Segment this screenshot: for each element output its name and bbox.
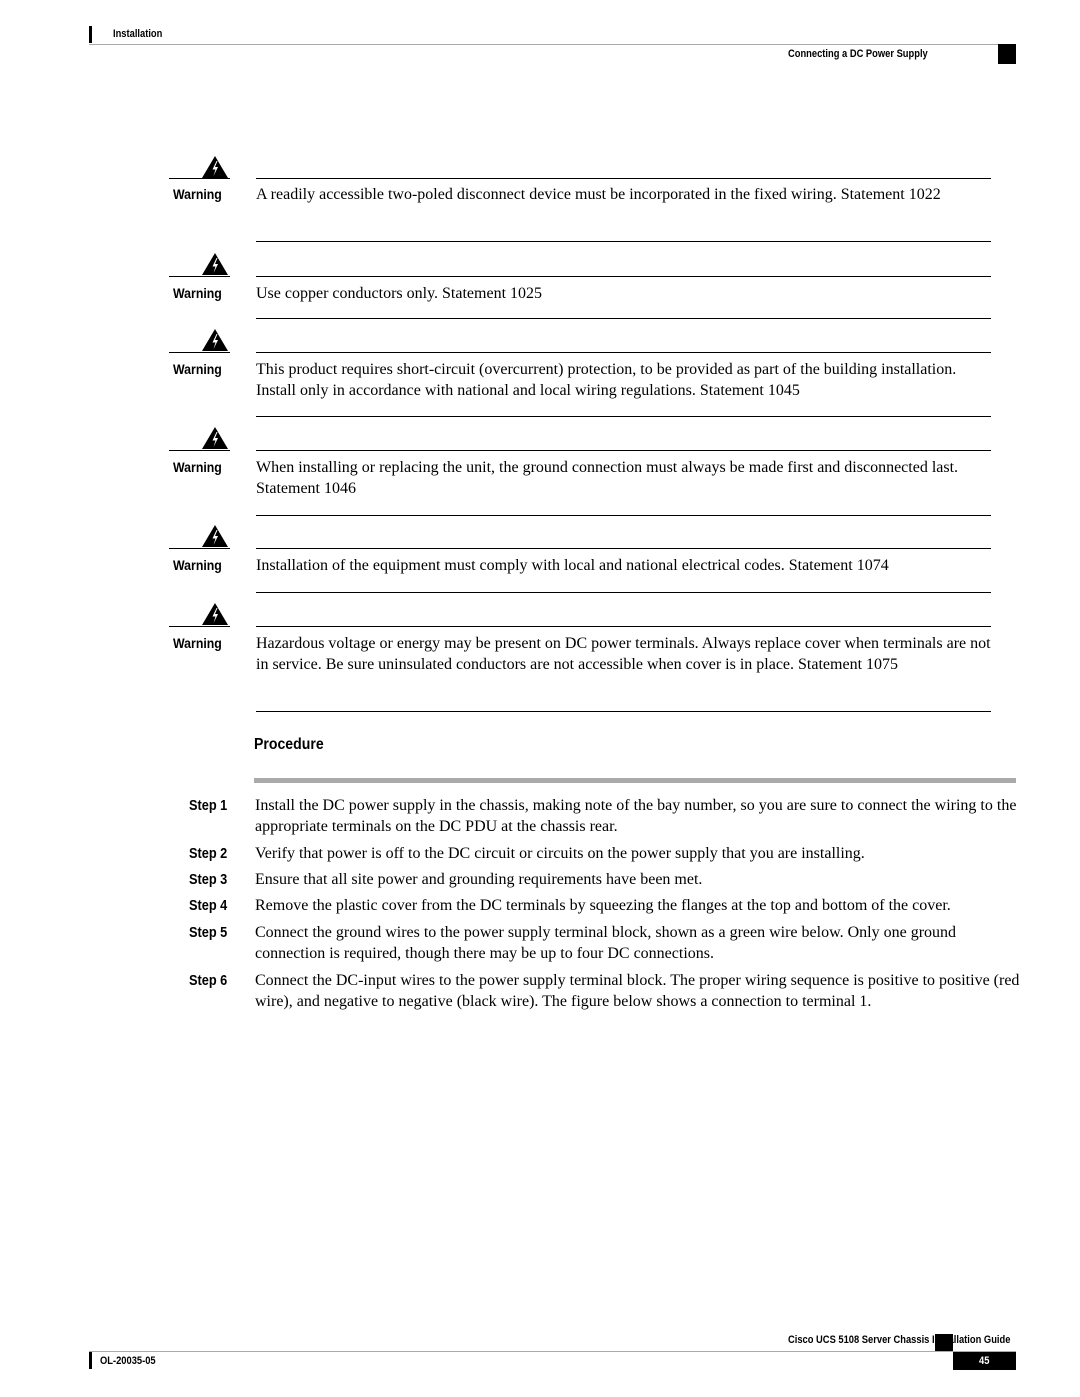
header-topic: Connecting a DC Power Supply [788, 48, 928, 60]
warning-top-rule [256, 276, 991, 277]
warning-label: Warning [173, 635, 222, 651]
warning-triangle-icon [200, 426, 230, 450]
warning-triangle-icon [200, 524, 230, 548]
step-label: Step 1 [189, 797, 228, 814]
header-rule [89, 44, 1016, 45]
warning-triangle-icon [200, 602, 230, 626]
procedure-title: Procedure [254, 736, 324, 753]
warning-bottom-rule [256, 592, 991, 593]
footer-doc-number: OL-20035-05 [100, 1355, 156, 1367]
step-label: Step 5 [189, 924, 228, 941]
warning-label: Warning [173, 361, 222, 377]
warning-top-rule [256, 626, 991, 627]
warning-top-rule [256, 450, 991, 451]
warning-bottom-rule [256, 241, 991, 242]
step-label: Step 3 [189, 871, 228, 888]
footer-left-bar [89, 1352, 92, 1369]
warning-label: Warning [173, 186, 222, 202]
warning-triangle-icon [200, 155, 230, 179]
warning-left-rule [169, 178, 230, 179]
step-text: Install the DC power supply in the chass… [255, 797, 1017, 835]
warning-text: Installation of the equipment must compl… [256, 557, 889, 574]
warning-bottom-rule [256, 416, 991, 417]
warning-label: Warning [173, 285, 222, 301]
warning-triangle-icon [200, 328, 230, 352]
step-text: Remove the plastic cover from the DC ter… [255, 897, 951, 914]
footer-rule [89, 1351, 1016, 1352]
warning-label: Warning [173, 459, 222, 475]
warning-left-rule [169, 352, 230, 353]
warning-left-rule [169, 276, 230, 277]
step-text: Connect the ground wires to the power su… [255, 924, 957, 962]
warning-left-rule [169, 548, 230, 549]
warning-label: Warning [173, 557, 222, 573]
step-text: Verify that power is off to the DC circu… [255, 845, 865, 862]
warning-text: Use copper conductors only. Statement 10… [256, 285, 543, 302]
warning-bottom-rule [256, 515, 991, 516]
warning-text: This product requires short-circuit (ove… [256, 361, 957, 399]
header-section: Installation [113, 28, 163, 40]
warning-triangle-icon [200, 252, 230, 276]
warning-left-rule [169, 450, 230, 451]
footer-guide-title: Cisco UCS 5108 Server Chassis Installati… [788, 1334, 1011, 1346]
footer-right-block [935, 1334, 953, 1351]
warning-text: A readily accessible two-poled disconnec… [256, 186, 941, 203]
warning-left-rule [169, 626, 230, 627]
header-left-bar [89, 26, 92, 43]
warning-top-rule [256, 352, 991, 353]
warning-top-rule [256, 548, 991, 549]
warning-text: Hazardous voltage or energy may be prese… [256, 635, 991, 673]
step-label: Step 2 [189, 845, 228, 862]
warning-text: When installing or replacing the unit, t… [256, 459, 959, 497]
step-text: Ensure that all site power and grounding… [255, 871, 703, 888]
warning-bottom-rule [256, 711, 991, 712]
step-text: Connect the DC-input wires to the power … [255, 972, 1020, 1010]
step-label: Step 6 [189, 972, 228, 989]
warning-top-rule [256, 178, 991, 179]
procedure-divider [254, 778, 1016, 783]
warning-bottom-rule [256, 318, 991, 319]
page-number: 45 [979, 1355, 990, 1367]
header-right-block [998, 44, 1016, 64]
step-label: Step 4 [189, 897, 228, 914]
